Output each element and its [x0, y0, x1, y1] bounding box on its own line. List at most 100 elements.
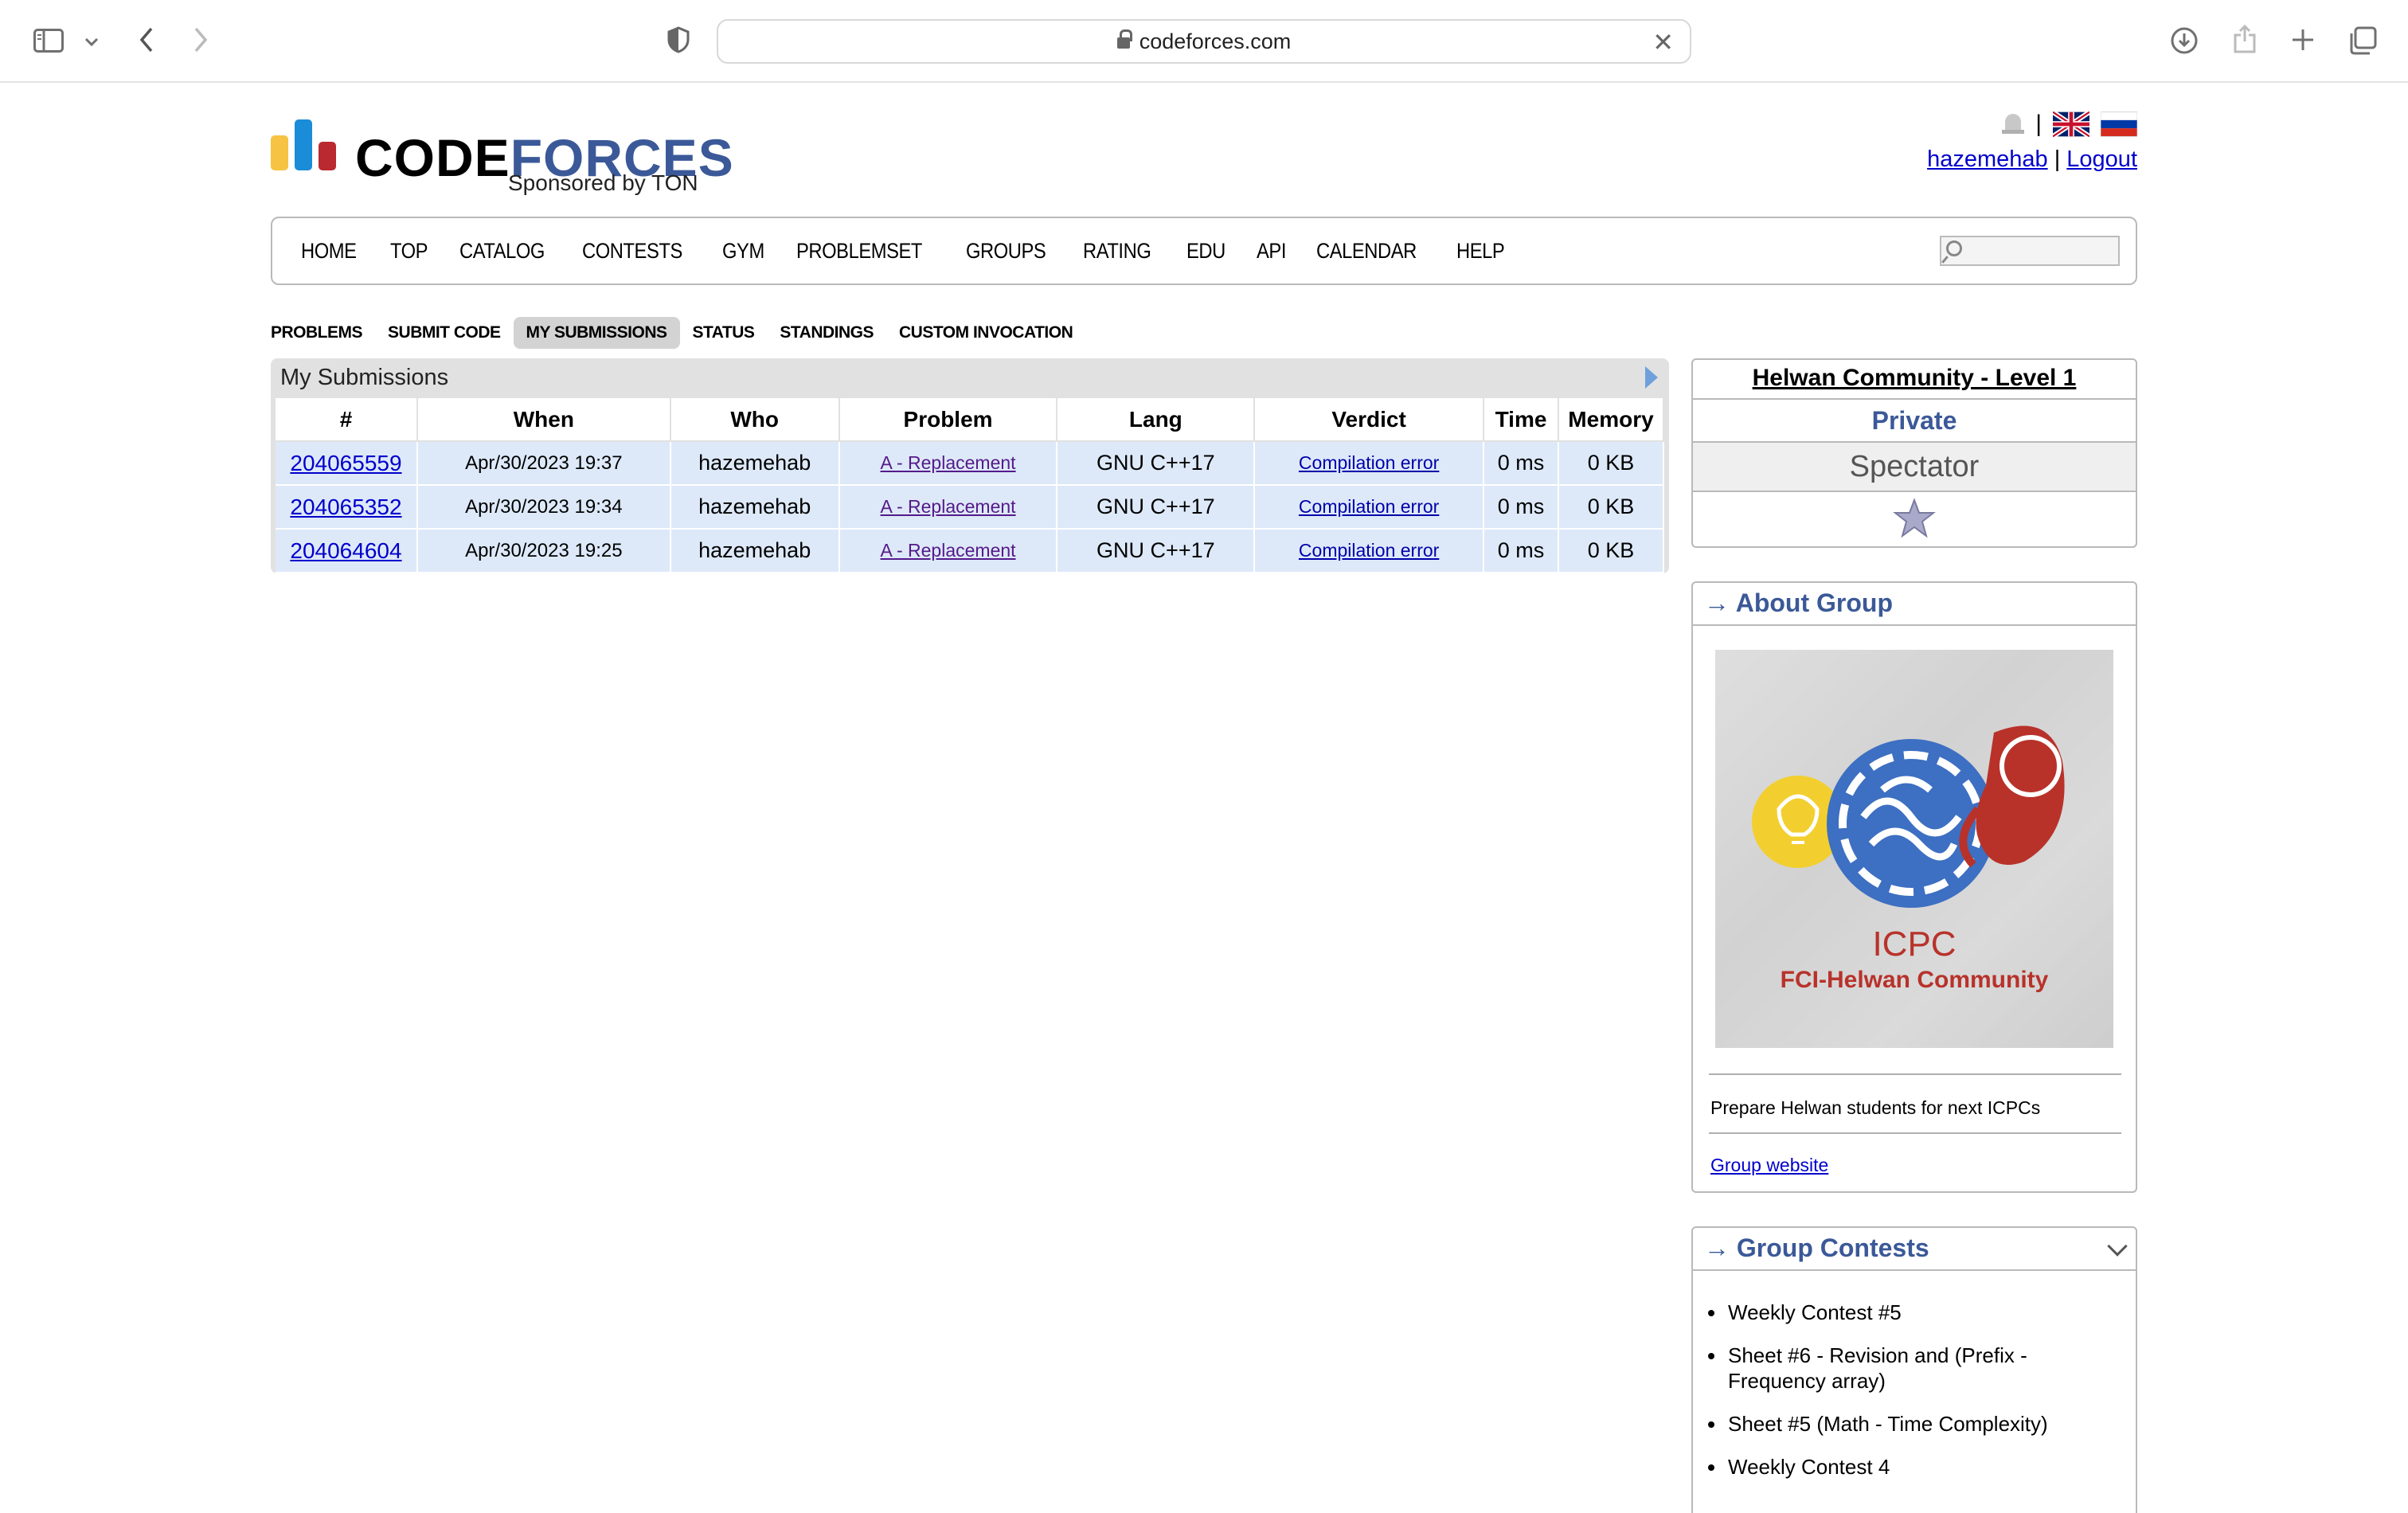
group-info-box: Helwan Community - Level 1 Private Spect…: [1691, 358, 2137, 548]
main-menu: HOME TOP CATALOG CONTESTS GYM PROBLEMSET GROUP…: [271, 217, 2137, 285]
logo-text-icpc: ICPC: [1872, 925, 1956, 964]
submission-memory: 0 KB: [1558, 529, 1665, 573]
table-row: 204064604 Apr/30/2023 19:25 hazemehab A - R…: [276, 529, 1665, 573]
problem-link[interactable]: A - Replacement: [881, 452, 1016, 473]
group-name[interactable]: Helwan Community - Level 1: [1693, 360, 2136, 400]
chevron-down-icon[interactable]: [2107, 1236, 2128, 1257]
submission-time: Apr/30/2023 19:37: [416, 441, 671, 486]
menu-item-top[interactable]: TOP: [390, 239, 428, 264]
submenu-problems[interactable]: PROBLEMS: [271, 317, 375, 349]
submission-id-link[interactable]: 204065559: [290, 451, 401, 475]
logout-link[interactable]: Logout: [2066, 147, 2137, 172]
chevron-down-icon[interactable]: [80, 30, 104, 54]
submission-id-link[interactable]: 204065352: [290, 495, 401, 519]
contest-list-item[interactable]: Weekly Contest 4: [1726, 1454, 2125, 1480]
sponsor-text: Sponsored by TON: [508, 170, 698, 195]
search-icon: [1946, 240, 1962, 256]
column-header: Verdict: [1254, 398, 1485, 442]
separator: |: [2054, 147, 2061, 172]
contest-list-item[interactable]: Sheet #5 (Math - Time Complexity): [1726, 1411, 2125, 1437]
table-header-row: # When Who Problem Lang Verdict Time Memory: [276, 398, 1665, 442]
menu-item-gym[interactable]: GYM: [722, 239, 764, 264]
submission-lang: GNU C++17: [1057, 529, 1256, 573]
submission-author: hazemehab: [670, 441, 840, 486]
divider: [1709, 1132, 2121, 1134]
user-panel: | hazemehab | Logout: [1927, 108, 2137, 173]
group-logo-image: ICPC FCI-Helwan Community: [1715, 650, 2113, 1048]
submenu-custom-invocation[interactable]: CUSTOM INVOCATION: [886, 317, 1085, 349]
search-input[interactable]: [1940, 236, 2120, 266]
group-role: Spectator: [1693, 443, 2136, 492]
column-header: Problem: [838, 398, 1058, 442]
problem-link[interactable]: A - Replacement: [881, 496, 1016, 517]
clear-url-icon[interactable]: ✕: [1652, 27, 1674, 57]
russian-flag-icon[interactable]: [2101, 111, 2137, 137]
submenu-standings[interactable]: STANDINGS: [767, 317, 886, 349]
verdict-link[interactable]: Compilation error: [1299, 452, 1439, 473]
notification-bell-icon[interactable]: [2002, 112, 2025, 136]
menu-item-contests[interactable]: CONTESTS: [582, 239, 682, 264]
submission-lang: GNU C++17: [1057, 485, 1256, 530]
submission-memory: 0 KB: [1558, 441, 1665, 486]
table-row: 204065352 Apr/30/2023 19:34 hazemehab A - R…: [276, 485, 1665, 530]
menu-item-help[interactable]: HELP: [1456, 239, 1505, 264]
tab-overview-icon[interactable]: [2346, 24, 2379, 57]
group-privacy: Private: [1693, 400, 2136, 443]
column-header: Who: [670, 398, 840, 442]
about-group-caption: → About Group: [1693, 583, 2136, 626]
codeforces-logo[interactable]: CODEFORCES Sponsored by TON: [271, 118, 733, 197]
submission-time-used: 0 ms: [1484, 529, 1559, 573]
problem-link[interactable]: A - Replacement: [881, 540, 1016, 561]
browser-toolbar: codeforces.com ✕: [0, 0, 2408, 83]
submissions-caption: My Submissions: [280, 365, 449, 390]
column-header: Time: [1484, 398, 1559, 442]
second-level-menu: PROBLEMS SUBMIT CODE MY SUBMISSIONS STATUS S…: [271, 317, 1085, 349]
column-header: When: [416, 398, 671, 442]
download-icon[interactable]: [2168, 24, 2201, 57]
about-group-box: → About Group ICPC FCI-Helwan Community …: [1691, 581, 2137, 1193]
contest-list-item[interactable]: Sheet #6 - Revision and (Prefix - Freque…: [1726, 1343, 2125, 1394]
submission-id-link[interactable]: 204064604: [290, 538, 401, 563]
english-flag-icon[interactable]: [2053, 111, 2089, 137]
menu-item-rating[interactable]: RATING: [1083, 239, 1151, 264]
shield-icon[interactable]: [663, 24, 694, 56]
submission-memory: 0 KB: [1558, 485, 1665, 530]
menu-item-home[interactable]: HOME: [301, 239, 357, 264]
star-icon[interactable]: [1893, 498, 1936, 539]
contest-list-item[interactable]: Weekly Contest #5: [1726, 1300, 2125, 1325]
submenu-submit-code[interactable]: SUBMIT CODE: [375, 317, 514, 349]
logo-bar-red: [319, 142, 336, 170]
sidebar-toggle-icon[interactable]: [32, 24, 65, 57]
group-contests-box: → Group Contests Weekly Contest #5 Sheet …: [1691, 1226, 2137, 1513]
submission-time: Apr/30/2023 19:25: [416, 529, 671, 573]
back-icon[interactable]: [131, 24, 162, 56]
share-icon[interactable]: [2228, 22, 2261, 56]
menu-item-groups[interactable]: GROUPS: [966, 239, 1046, 264]
submission-author: hazemehab: [670, 529, 840, 573]
forward-icon[interactable]: [185, 24, 217, 56]
submission-time-used: 0 ms: [1484, 485, 1559, 530]
menu-item-problemset[interactable]: PROBLEMSET: [796, 239, 922, 264]
menu-item-calendar[interactable]: CALENDAR: [1316, 239, 1417, 264]
column-header: #: [276, 398, 418, 442]
group-website-link[interactable]: Group website: [1710, 1155, 1828, 1176]
submenu-my-submissions[interactable]: MY SUBMISSIONS: [513, 317, 680, 349]
group-description: Prepare Helwan students for next ICPCs: [1710, 1097, 2041, 1118]
address-bar[interactable]: codeforces.com ✕: [717, 19, 1691, 64]
new-tab-icon[interactable]: [2287, 24, 2319, 56]
divider: [1709, 1073, 2121, 1075]
submission-time-used: 0 ms: [1484, 441, 1559, 486]
my-submissions-box: My Submissions # When Who Problem Lang Verdic…: [271, 358, 1669, 573]
verdict-link[interactable]: Compilation error: [1299, 540, 1439, 561]
separator: |: [2035, 111, 2042, 137]
table-row: 204065559 Apr/30/2023 19:37 hazemehab A - R…: [276, 441, 1665, 486]
submenu-status[interactable]: STATUS: [680, 317, 768, 349]
group-contests-caption: → Group Contests: [1693, 1228, 2136, 1271]
toggle-arrow-icon[interactable]: [1645, 366, 1658, 389]
verdict-link[interactable]: Compilation error: [1299, 496, 1439, 517]
menu-item-edu[interactable]: EDU: [1186, 239, 1226, 264]
menu-item-api[interactable]: API: [1257, 239, 1286, 264]
menu-item-catalog[interactable]: CATALOG: [459, 239, 545, 264]
username-link[interactable]: hazemehab: [1927, 147, 2048, 172]
submission-lang: GNU C++17: [1057, 441, 1256, 486]
